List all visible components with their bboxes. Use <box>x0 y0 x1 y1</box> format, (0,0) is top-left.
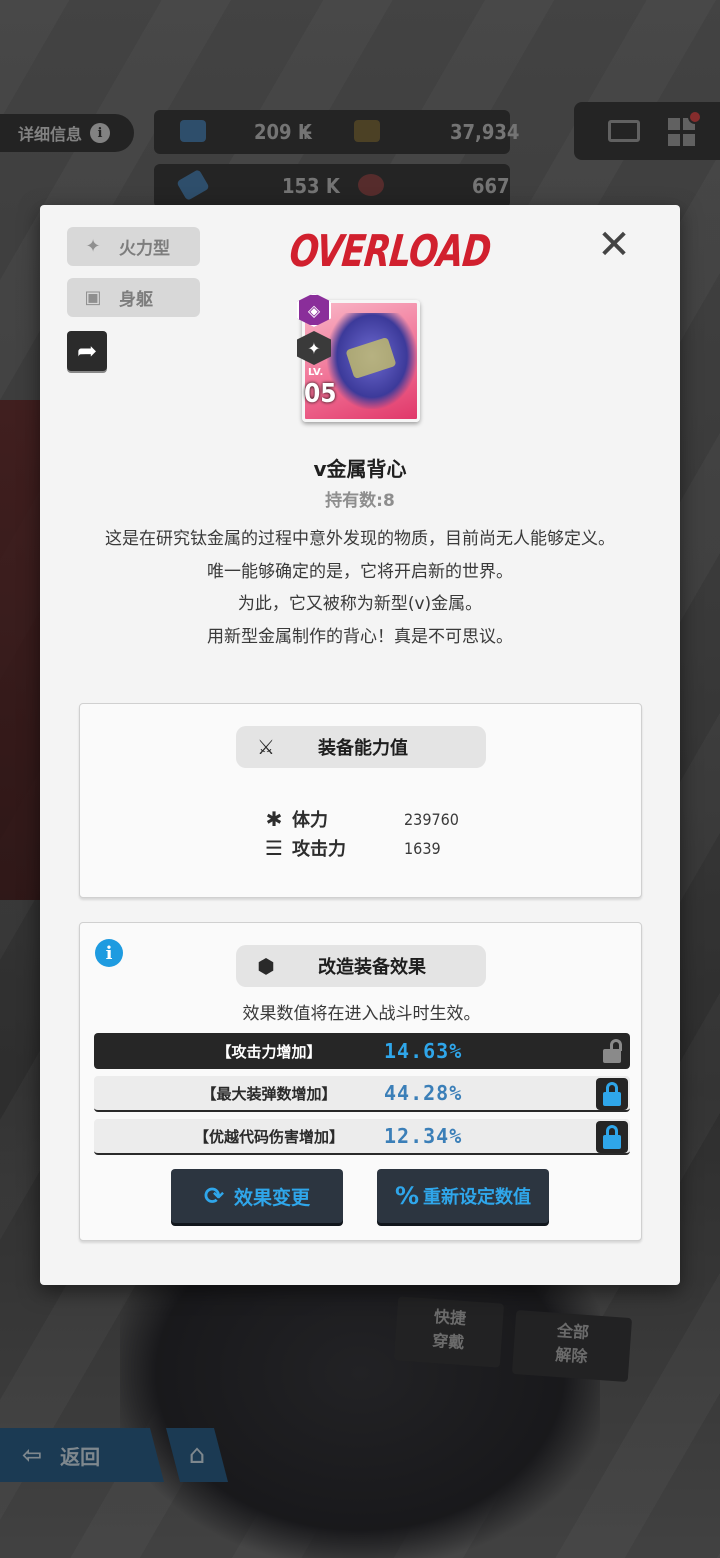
hp-value: 239760 <box>404 809 459 829</box>
stat-hp-row: ✱ 体力 239760 <box>262 806 459 832</box>
info-icon[interactable]: i <box>95 939 123 967</box>
equipment-detail-modal: ✦ 火力型 ▣ 身躯 ➦ OVERLOAD ✕ ◈ ✦ LV. 05 v金属背心… <box>40 205 680 1285</box>
effect-row-max-ammo[interactable]: 【最大装弹数增加】 44.28% <box>94 1076 630 1112</box>
mods-note: 效果数值将在进入战斗时生效。 <box>242 1004 481 1024</box>
hp-icon: ✱ <box>265 807 283 831</box>
mods-title: 改造装备效果 <box>318 957 426 978</box>
hp-label: 体力 <box>292 810 328 831</box>
share-arrow-icon: ➦ <box>76 337 98 365</box>
level-value: 05 <box>304 379 337 409</box>
description-line: 唯一能够确定的是，它将开启新的世界。 <box>207 561 513 582</box>
reset-values-button[interactable]: % 重新设定数值 <box>377 1169 549 1223</box>
close-icon: ✕ <box>597 222 631 268</box>
atk-value: 1639 <box>404 838 441 858</box>
effect-row-attack[interactable]: 【攻击力增加】 14.63% <box>94 1033 630 1069</box>
change-effect-label: 效果变更 <box>234 1186 311 1209</box>
stats-title: 装备能力值 <box>318 738 408 759</box>
attack-icon: ☰ <box>265 836 283 860</box>
cube-icon: ⬢ <box>257 954 275 978</box>
percent-icon: % <box>394 1182 420 1210</box>
lock-icon[interactable] <box>596 1121 628 1153</box>
mods-header: ⬢ 改造装备效果 <box>236 945 486 987</box>
stats-header: ⚔ 装备能力值 <box>236 726 486 768</box>
level-label: LV. <box>308 367 324 378</box>
item-name: v金属背心 <box>313 457 407 481</box>
item-count: 持有数:8 <box>325 491 395 511</box>
effect-name: 【最大装弹数增加】 <box>201 1084 337 1103</box>
atk-label: 攻击力 <box>292 839 346 860</box>
body-armor-icon: ▣ <box>84 287 102 308</box>
effect-row-elemental-damage[interactable]: 【优越代码伤害增加】 12.34% <box>94 1119 630 1155</box>
close-button[interactable]: ✕ <box>594 225 634 265</box>
description-line: 这是在研究钛金属的过程中意外发现的物质，目前尚无人能够定义。 <box>105 529 615 549</box>
effect-value: 44.28% <box>384 1081 463 1105</box>
description-line: 为此，它又被称为新型(v)金属。 <box>237 594 483 614</box>
overload-logo: OVERLOAD <box>287 225 493 277</box>
share-button[interactable]: ➦ <box>67 331 107 371</box>
slot-tag-label: 身躯 <box>119 290 153 310</box>
effect-value: 14.63% <box>384 1039 463 1063</box>
class-tag-label: 火力型 <box>119 239 170 259</box>
effect-name: 【攻击力增加】 <box>216 1042 322 1061</box>
description-line: 用新型金属制作的背心！真是不可思议。 <box>207 626 513 647</box>
equipment-stats-panel: ⚔ 装备能力值 ✱ 体力 239760 ☰ 攻击力 1639 <box>79 703 642 898</box>
item-description: 这是在研究钛金属的过程中意外发现的物质，目前尚无人能够定义。 唯一能够确定的是，… <box>76 523 644 653</box>
modification-effects-panel: i ⬢ 改造装备效果 效果数值将在进入战斗时生效。 【攻击力增加】 14.63%… <box>79 922 642 1241</box>
firepower-class-icon: ✦ <box>85 236 101 257</box>
refresh-icon: ⟳ <box>203 1182 225 1210</box>
vest-artwork <box>327 313 417 409</box>
stat-atk-row: ☰ 攻击力 1639 <box>262 835 441 861</box>
crossed-swords-icon: ⚔ <box>257 735 275 759</box>
lock-icon[interactable] <box>596 1078 628 1110</box>
reset-values-label: 重新设定数值 <box>423 1187 532 1208</box>
effect-name: 【优越代码伤害增加】 <box>193 1127 344 1146</box>
unlocked-icon[interactable] <box>596 1035 628 1067</box>
class-tag: ✦ 火力型 <box>67 227 200 266</box>
change-effect-button[interactable]: ⟳ 效果变更 <box>171 1169 343 1223</box>
effect-value: 12.34% <box>384 1124 463 1148</box>
slot-tag: ▣ 身躯 <box>67 278 200 317</box>
